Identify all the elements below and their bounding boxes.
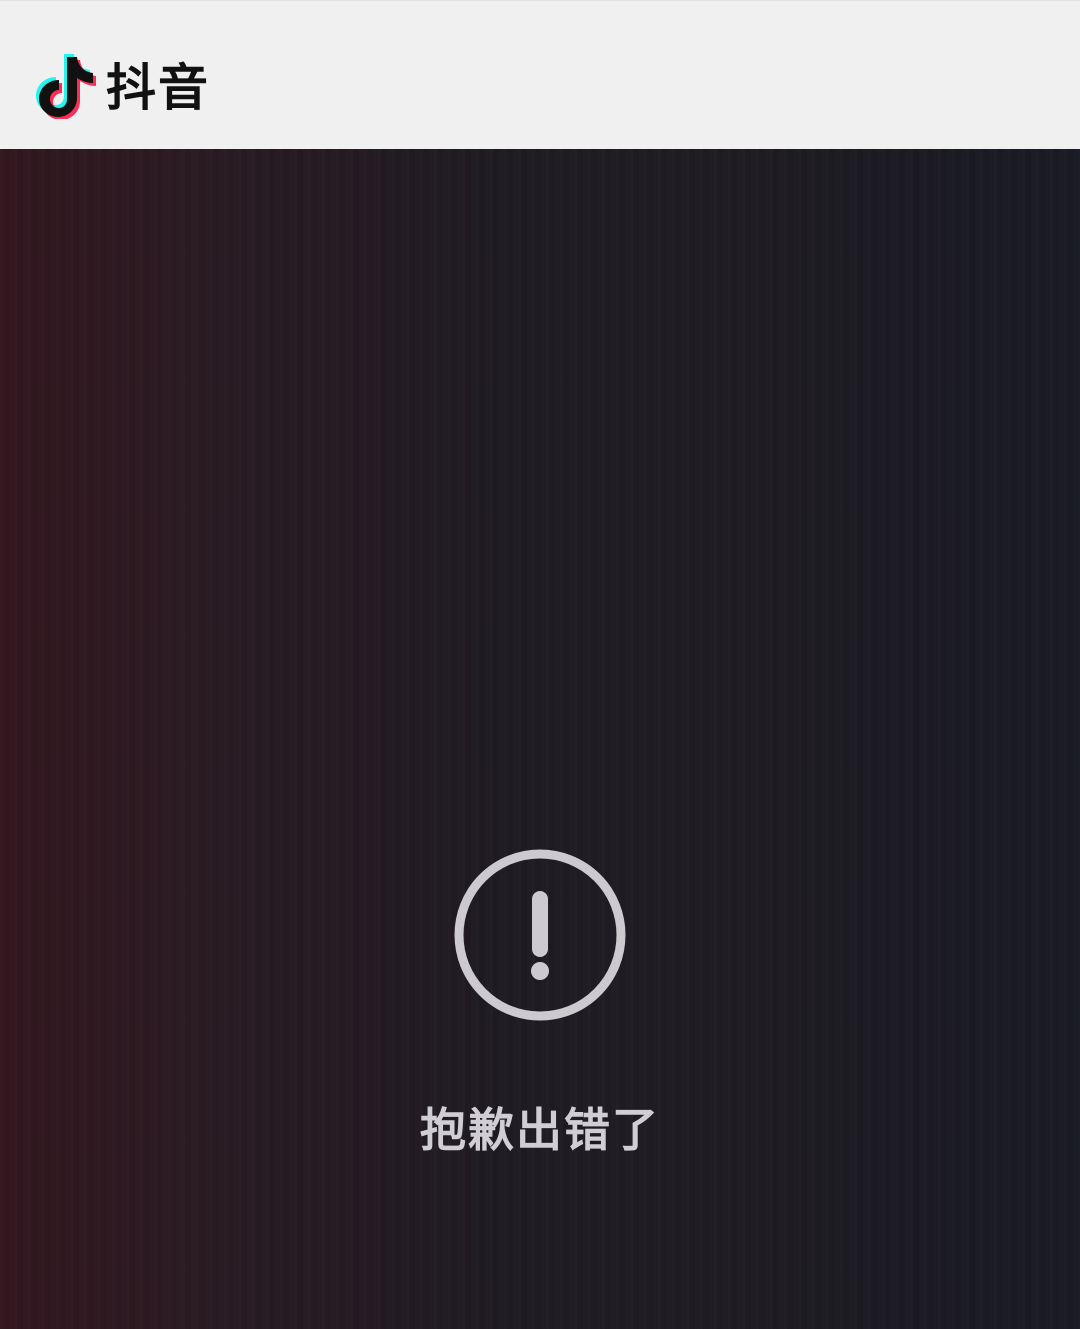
error-message: 抱歉出错了 [420,1103,660,1157]
douyin-note-icon[interactable] [34,51,98,119]
exclamation-circle-icon [454,849,626,1021]
douyin-error-page: 抖音 抱歉出错了 [0,0,1080,1329]
top-header-bar: 抖音 [0,0,1080,149]
error-content-area: 抱歉出错了 [0,149,1080,1329]
brand-name: 抖音 [106,59,210,117]
